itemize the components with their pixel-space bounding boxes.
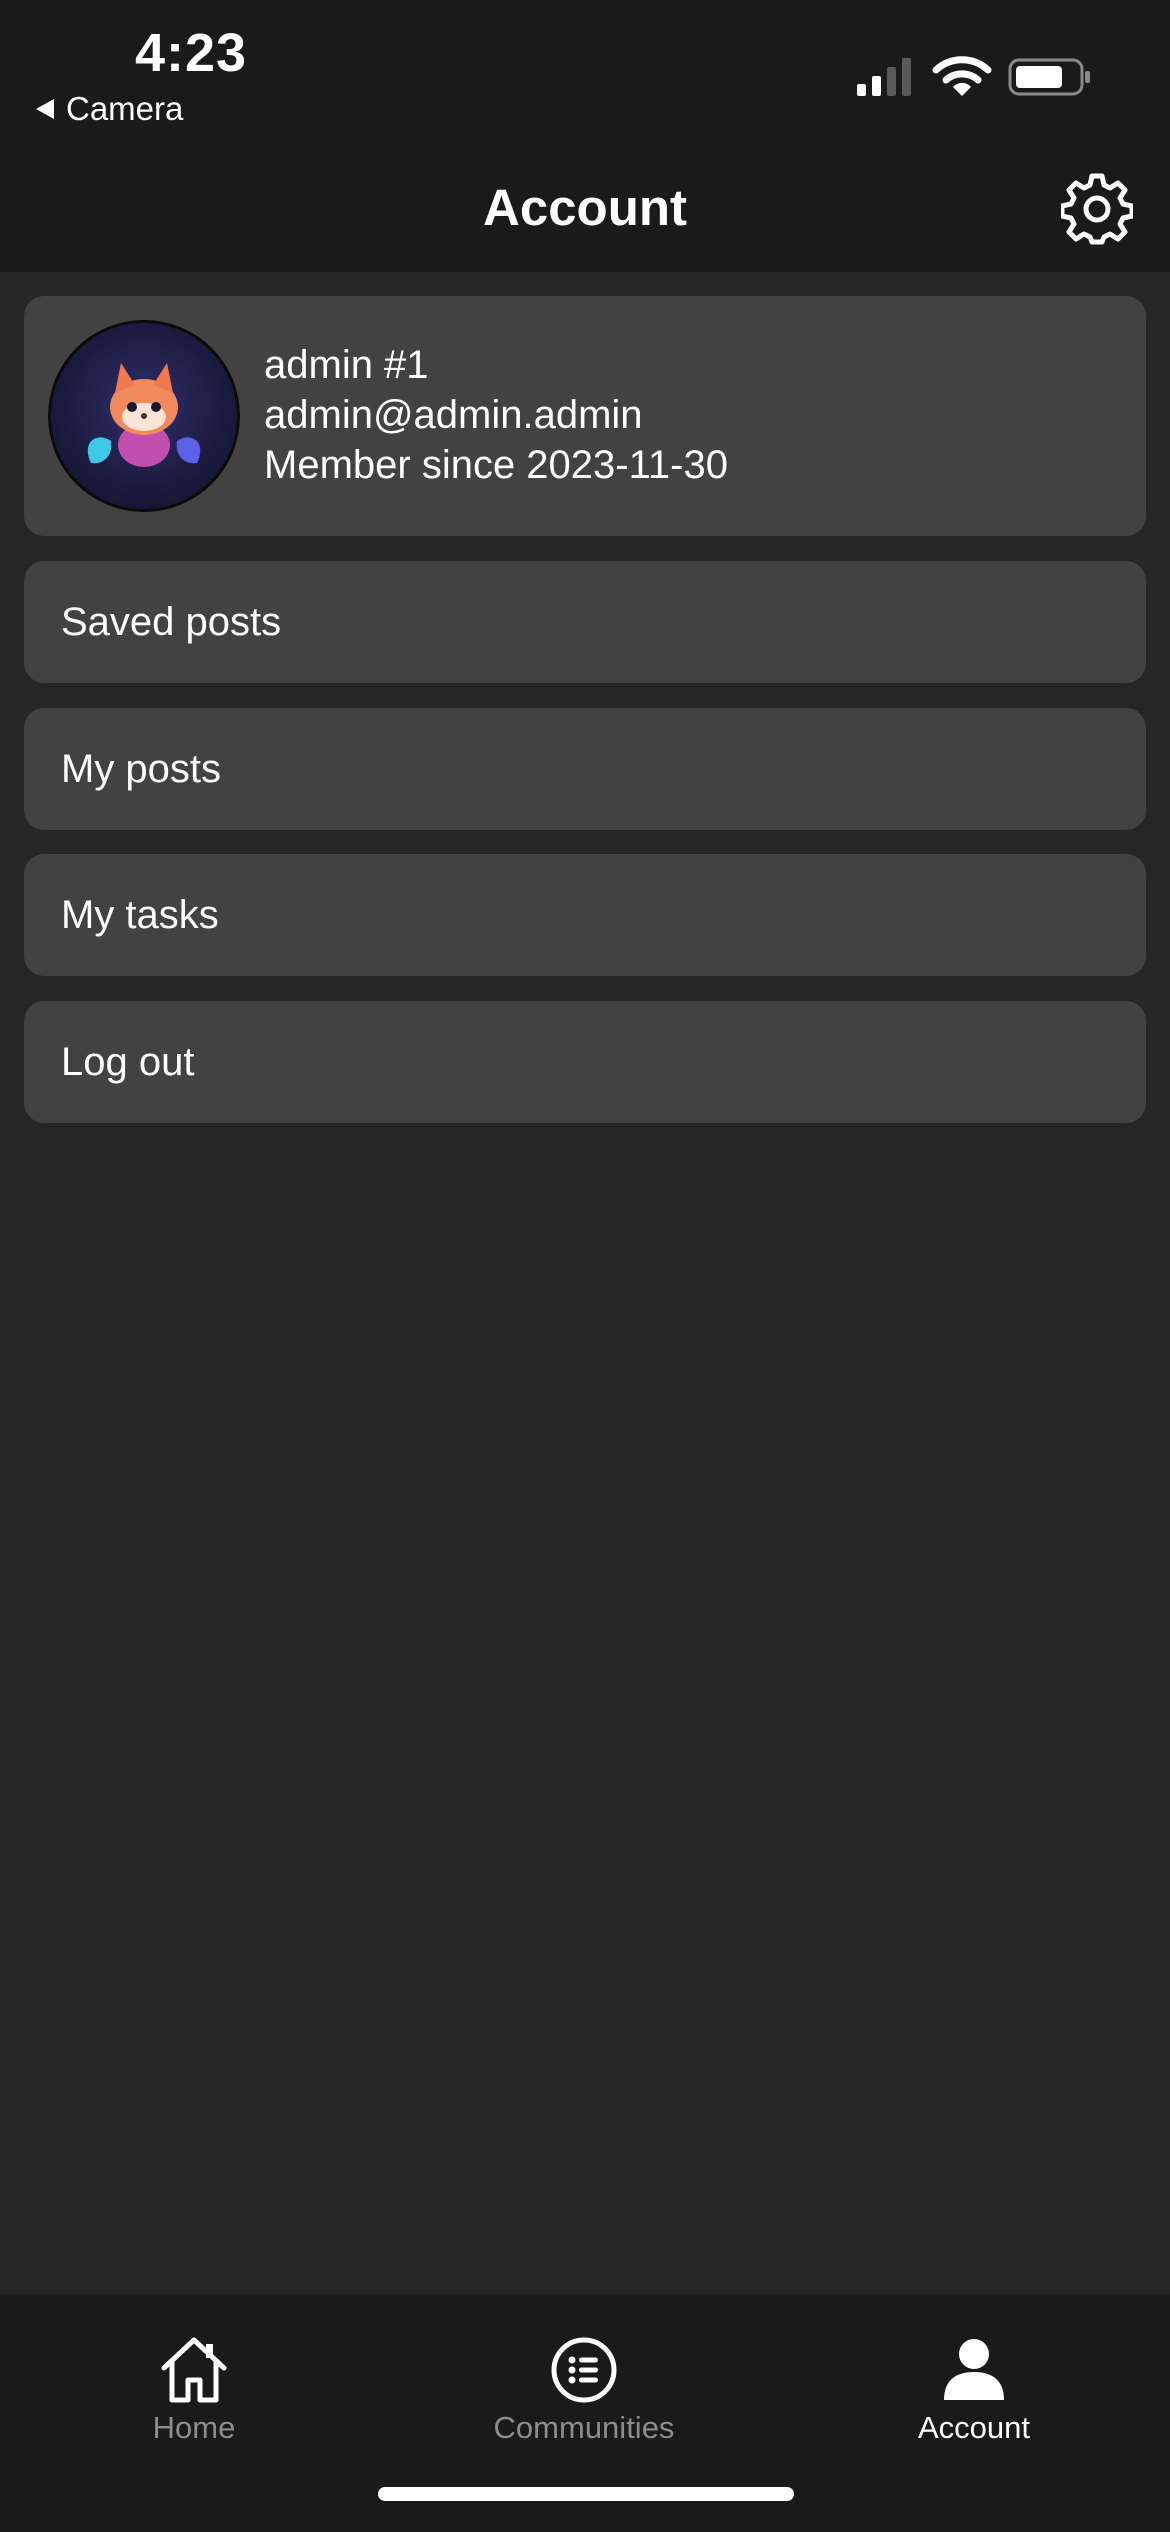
- saved-posts-button[interactable]: Saved posts: [24, 561, 1146, 683]
- fox-avatar-icon: [48, 320, 240, 512]
- profile-email: admin@admin.admin: [264, 393, 643, 437]
- home-icon: [161, 2337, 227, 2403]
- status-bar: 4:23 Camera: [0, 0, 1170, 150]
- saved-posts-label: Saved posts: [61, 599, 282, 644]
- home-indicator: [378, 2487, 794, 2501]
- profile-member-since: Member since 2023-11-30: [264, 443, 728, 487]
- tab-home[interactable]: Home: [44, 2334, 344, 2454]
- log-out-button[interactable]: Log out: [24, 1001, 1146, 1123]
- profile-name: admin #1: [264, 343, 429, 387]
- account-screen: 4:23 Camera Account admin #1 admin@admin…: [0, 0, 1170, 2532]
- back-app-label: Camera: [66, 90, 184, 127]
- my-posts-button[interactable]: My posts: [24, 708, 1146, 830]
- list-icon: [551, 2337, 617, 2403]
- tab-account-label: Account: [917, 2410, 1030, 2445]
- settings-button[interactable]: [1058, 170, 1136, 248]
- tab-communities-label: Communities: [493, 2410, 675, 2445]
- log-out-label: Log out: [61, 1039, 195, 1084]
- my-posts-label: My posts: [61, 746, 222, 791]
- header-bar: Account: [0, 150, 1170, 272]
- battery-icon: [1008, 58, 1090, 96]
- profile-card[interactable]: admin #1 admin@admin.admin Member since …: [24, 296, 1146, 536]
- tab-account[interactable]: Account: [824, 2334, 1124, 2454]
- back-to-camera-link[interactable]: Camera: [36, 90, 183, 128]
- wifi-icon: [932, 56, 992, 96]
- tab-home-label: Home: [152, 2410, 236, 2445]
- back-arrow-icon: [36, 99, 54, 119]
- gear-icon: [1061, 173, 1133, 245]
- person-icon: [944, 2339, 1004, 2400]
- tab-communities[interactable]: Communities: [434, 2334, 734, 2454]
- page-title: Account: [483, 179, 687, 236]
- status-time: 4:23: [135, 23, 248, 83]
- cellular-signal-icon: [857, 58, 911, 96]
- my-tasks-button[interactable]: My tasks: [24, 854, 1146, 976]
- my-tasks-label: My tasks: [61, 892, 219, 937]
